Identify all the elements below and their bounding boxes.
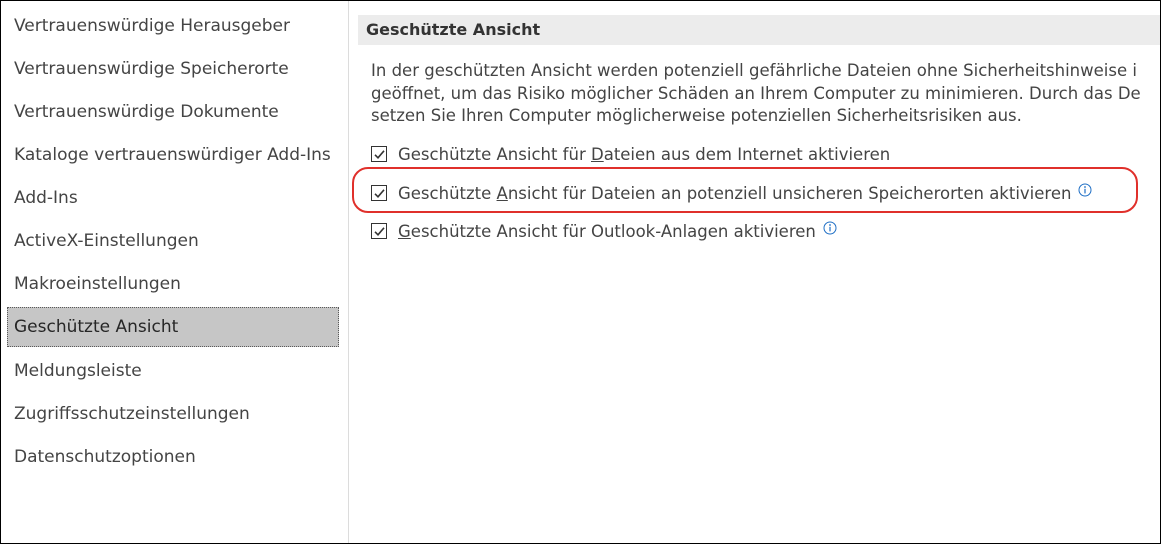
option-label: Geschützte Ansicht für Outlook-Anlagen a… [398,221,816,241]
description-line: In der geschützten Ansicht werden potenz… [371,61,1137,80]
info-icon[interactable] [1078,182,1092,197]
section-description: In der geschützten Ansicht werden potenz… [371,60,1160,128]
description-line: geöffnet, um das Risiko möglicher Schäde… [371,83,1141,103]
sidebar-item-protected-view[interactable]: Geschützte Ansicht [7,307,339,347]
option-label: Geschützte Ansicht für Dateien aus dem I… [398,144,891,164]
sidebar: Vertrauenswürdige Herausgeber Vertrauens… [1,1,341,543]
sidebar-item-access-protection[interactable]: Zugriffsschutzeinstellungen [7,394,331,434]
sidebar-item-trusted-publishers[interactable]: Vertrauenswürdige Herausgeber [7,6,331,46]
option-unsafe-locations[interactable]: Geschützte Ansicht für Dateien an potenz… [371,182,1092,204]
sidebar-item-message-bar[interactable]: Meldungsleiste [7,351,331,391]
option-label: Geschützte Ansicht für Dateien an potenz… [398,183,1072,203]
section-title: Geschützte Ansicht [358,15,1160,45]
unsafe-locations-checkbox[interactable] [371,185,387,201]
sidebar-item-trusted-documents[interactable]: Vertrauenswürdige Dokumente [7,92,331,132]
internet-files-checkbox[interactable] [371,146,387,162]
sidebar-item-trusted-locations[interactable]: Vertrauenswürdige Speicherorte [7,49,331,89]
sidebar-item-privacy-options[interactable]: Datenschutzoptionen [7,437,331,477]
outlook-attachments-checkbox[interactable] [371,223,387,239]
sidebar-item-trusted-addin-catalogs[interactable]: Kataloge vertrauenswürdiger Add-Ins [7,135,331,175]
option-outlook-attachments[interactable]: Geschützte Ansicht für Outlook-Anlagen a… [371,220,837,242]
option-internet-files[interactable]: Geschützte Ansicht für Dateien aus dem I… [371,143,890,165]
checkmark-icon [374,227,385,236]
main-panel: Geschützte Ansicht In der geschützten An… [349,1,1160,543]
description-line: setzen Sie Ihren Computer möglicherweise… [371,106,1022,125]
checkmark-icon [374,150,385,159]
info-icon[interactable] [823,220,837,235]
trust-center-window: Vertrauenswürdige Herausgeber Vertrauens… [0,0,1161,544]
checkmark-icon [374,189,385,198]
sidebar-item-addins[interactable]: Add-Ins [7,178,331,218]
sidebar-item-activex-settings[interactable]: ActiveX-Einstellungen [7,221,331,261]
sidebar-item-macro-settings[interactable]: Makroeinstellungen [7,264,331,304]
